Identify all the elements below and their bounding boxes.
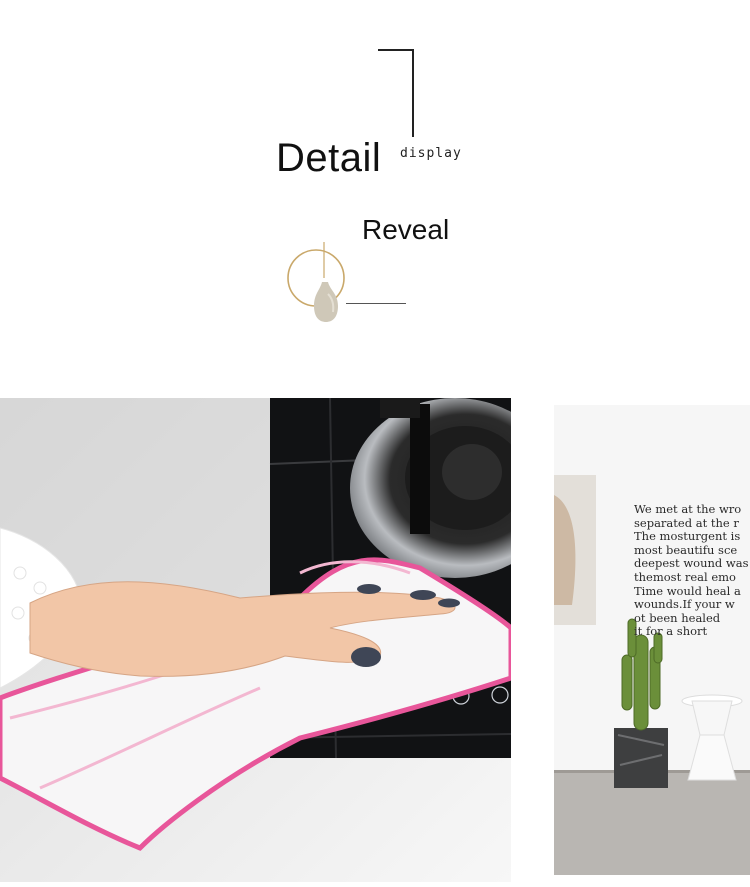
corner-line-vertical	[412, 49, 414, 137]
corner-line-horizontal	[378, 49, 414, 51]
photo-interior-wall: We met at the wro separated at the r The…	[554, 405, 750, 875]
title-detail: Detail	[276, 136, 382, 180]
wall-text-line: themost real emo	[634, 569, 736, 584]
title-reveal: Reveal	[362, 214, 450, 245]
photo-towel-cooktop	[0, 398, 511, 882]
vase-ring-ornament-icon	[287, 242, 345, 322]
title-display: display	[400, 146, 462, 161]
wall-text-line: deepest wound was	[634, 556, 749, 571]
wall-quote-text: We met at the wro separated at the r The…	[634, 502, 750, 639]
wall-text-line: separated at the r	[634, 515, 739, 530]
wall-text-line: We met at the wro	[634, 502, 742, 516]
wall-text-line: ot been healed	[634, 610, 721, 625]
wall-text-line: it for a short	[634, 624, 708, 639]
wall-text-line: The mosturgent is	[634, 529, 741, 544]
wall-text-line: wounds.If your w	[634, 597, 735, 612]
wall-text-line: most beautifu sce	[634, 542, 738, 557]
wall-text-line: Time would heal a	[634, 583, 741, 598]
interior-illustration	[554, 405, 750, 875]
detail-reveal-header: Detail display Reveal	[0, 0, 750, 380]
towel-cooktop-illustration	[0, 398, 511, 882]
divider-line	[346, 303, 406, 304]
